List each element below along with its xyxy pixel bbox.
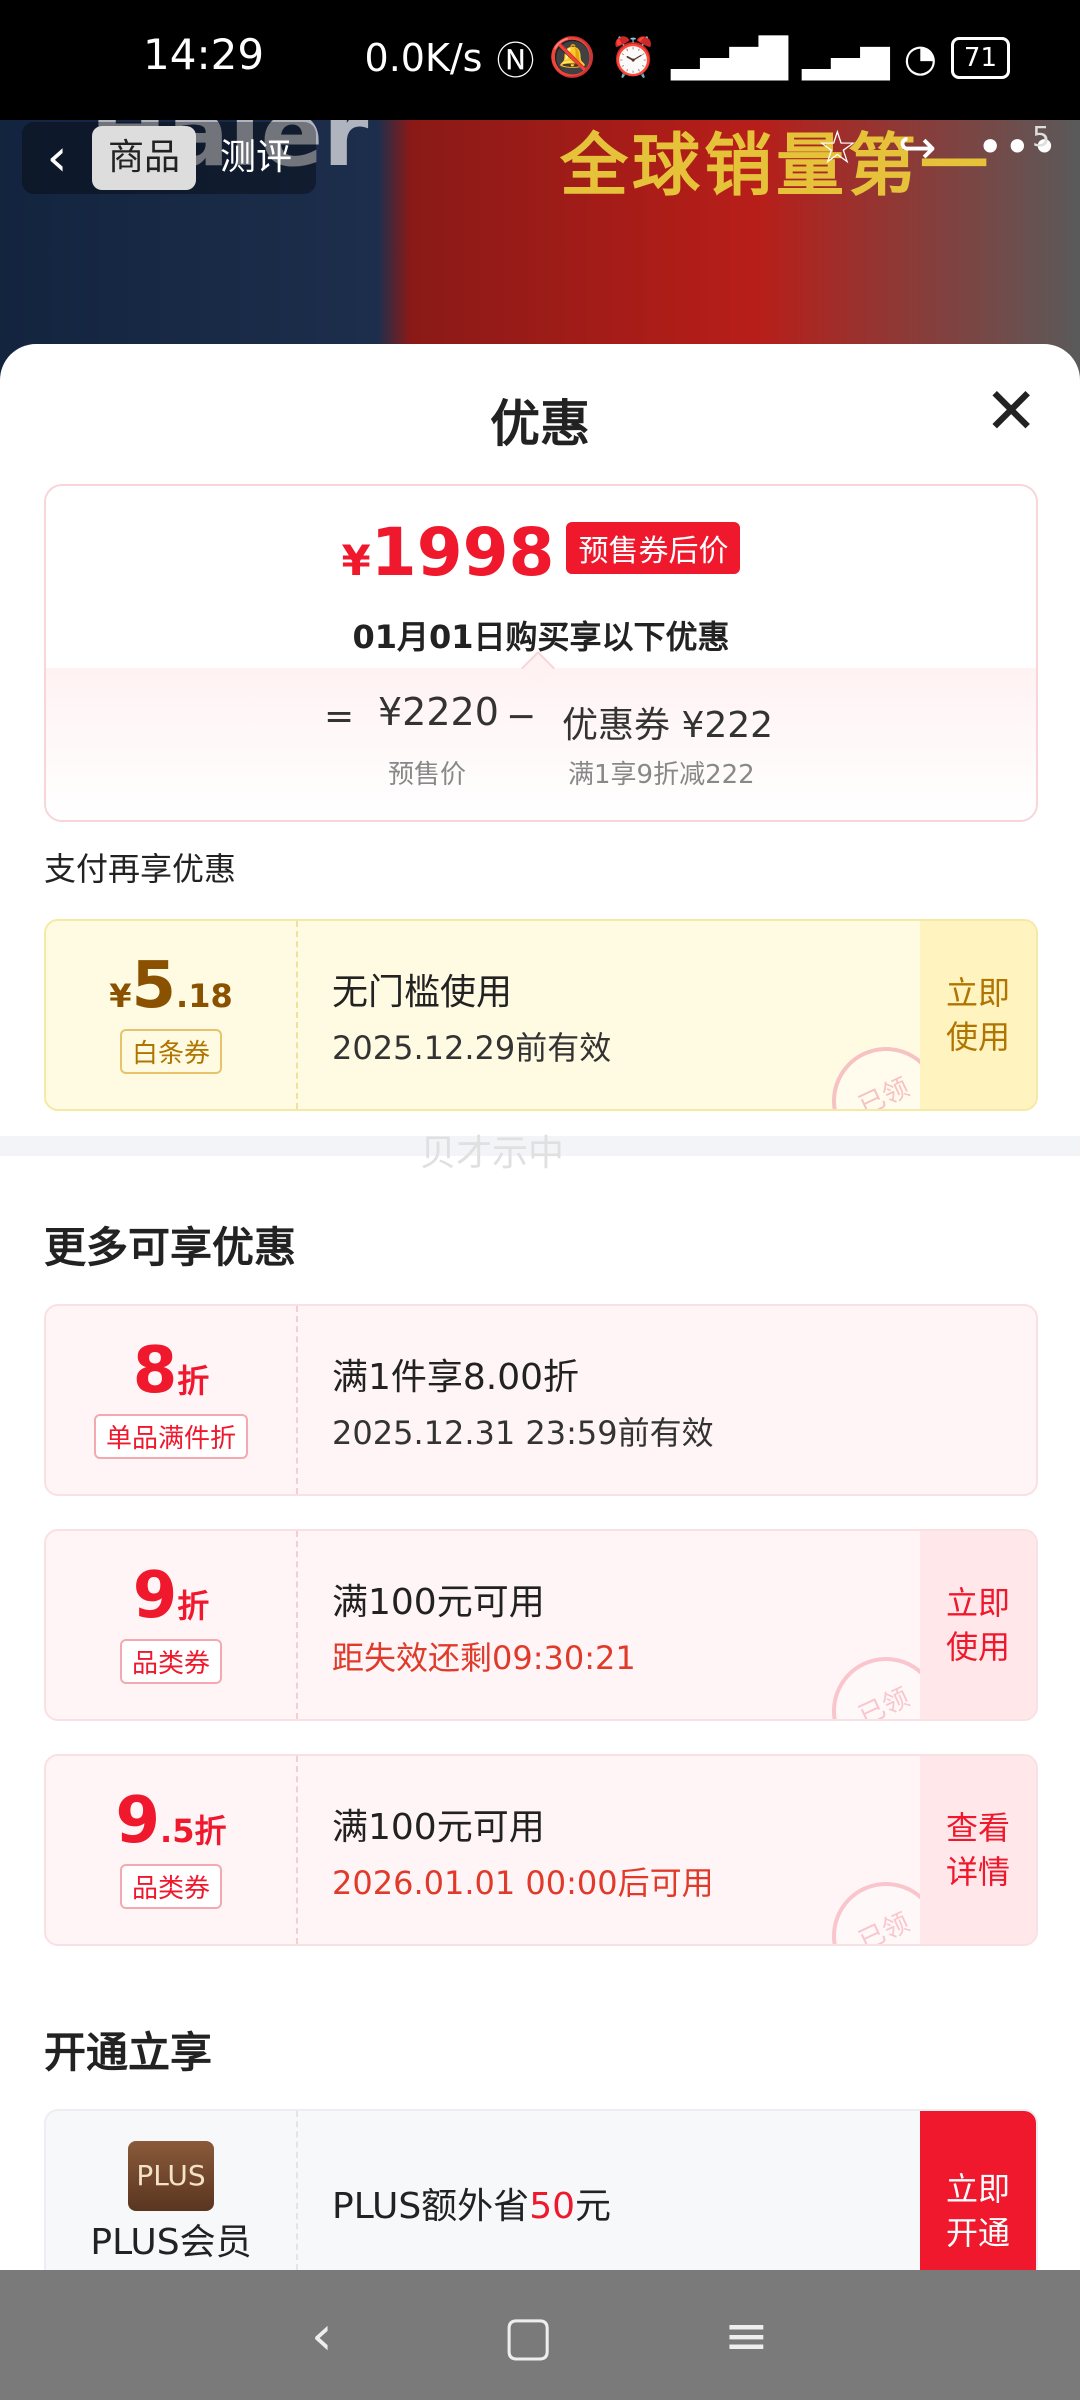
nav-home-icon[interactable]: ▢ [503, 2304, 554, 2367]
coupon-type: 单品满件折 [93, 1414, 248, 1459]
coupon-headline: 满100元可用 [332, 1582, 545, 1623]
coupon-headline: 满1件享8.00折 [332, 1357, 580, 1398]
top-actions: ☆ ↪ ••• [817, 120, 1058, 174]
coupon-type: 品类券 [119, 1639, 222, 1684]
wifi-icon: ◔ [903, 35, 937, 80]
plus-info: PLUS额外省50元 [332, 2177, 611, 2229]
mute-icon: 🔕 [548, 35, 596, 79]
single-item-discount-coupon[interactable]: 8折 单品满件折 满1件享8.00折 2025.12.31 23:59前有效 [44, 1304, 1038, 1496]
signal2-icon: ▂▄▆ [802, 35, 890, 80]
favorite-icon[interactable]: ☆ [817, 120, 858, 174]
pay-section-title: 支付再享优惠 [44, 850, 237, 888]
tab-review[interactable]: 测评 [204, 126, 308, 190]
price-tag: 预售券后价 [566, 522, 741, 574]
coupon-value-area: 9折 品类券 [46, 1531, 298, 1719]
use-now-button[interactable]: 立即 使用 [920, 1531, 1036, 1719]
battery-indicator: 71 [950, 36, 1010, 79]
message-count-badge: 5 [1032, 120, 1050, 153]
coupon-info: 满100元可用 距失效还剩09:30:21 [332, 1573, 636, 1679]
coupon-countdown: 距失效还剩09:30:21 [332, 1639, 636, 1677]
more-section-title: 更多可享优惠 [44, 1223, 297, 1272]
presale-price: ¥2220 [378, 690, 499, 734]
plus-name: PLUS会员 [90, 2222, 252, 2263]
coupon-rule: 满1享9折减222 [568, 760, 755, 790]
coupon-expiry: 2025.12.29前有效 [332, 1029, 612, 1067]
coupon-headline: 无门槛使用 [332, 972, 513, 1013]
plus-saving-text: PLUS额外省50元 [332, 2186, 612, 2227]
final-price: 1998 [370, 514, 555, 591]
network-speed: 0.0K/s [364, 35, 483, 80]
plus-membership-card[interactable]: PLUS PLUS会员 PLUS额外省50元 立即 开通 [44, 2109, 1038, 2270]
alarm-icon: ⏰ [609, 35, 658, 79]
baitiao-coupon[interactable]: ¥5.18 白条券 无门槛使用 2025.12.29前有效 已领 立即 使用 [44, 919, 1038, 1111]
status-icons: 0.0K/s Ⓝ 🔕 ⏰ ▂▄▆█ ▂▄▆ ◔ 71 [365, 30, 1010, 85]
coupon-info: 无门槛使用 2025.12.29前有效 [332, 963, 611, 1069]
discount-sheet: 优惠 ✕ ¥1998 预售券后价 01月01日购买享以下优惠 = ¥2220 预售… [0, 344, 1080, 2270]
watermark-text: 贝才示中 [420, 1133, 565, 1174]
coupon-headline: 满100元可用 [332, 1807, 545, 1848]
open-section-title: 开通立享 [44, 2028, 213, 2077]
signal-icon: ▂▄▆█ [671, 35, 789, 80]
tab-product[interactable]: 商品 [92, 126, 197, 190]
close-icon[interactable]: ✕ [984, 380, 1038, 444]
coupon-start-time: 2026.01.01 00:00后可用 [332, 1864, 714, 1902]
coupon-value-area: 8折 单品满件折 [46, 1306, 298, 1494]
open-plus-button[interactable]: 立即 开通 [920, 2111, 1036, 2270]
top-navigation: ‹ 商品 测评 [22, 122, 317, 194]
coupon-value: 8折 [132, 1334, 210, 1408]
price-breakdown-bg [46, 668, 1036, 820]
nav-back-icon[interactable]: ‹ [311, 2304, 333, 2367]
minus-sign: − [506, 696, 537, 737]
sheet-title: 优惠 [490, 395, 590, 453]
coupon-info: 满100元可用 2026.01.01 00:00后可用 [332, 1798, 714, 1904]
nav-menu-icon[interactable]: ≡ [724, 2304, 769, 2367]
equals-sign: = [324, 696, 355, 737]
view-details-button[interactable]: 查看 详情 [920, 1756, 1036, 1944]
price-summary-card: ¥1998 预售券后价 01月01日购买享以下优惠 = ¥2220 预售价 − 优… [44, 484, 1038, 822]
category-coupon-9[interactable]: 9折 品类券 满100元可用 距失效还剩09:30:21 已领 立即 使用 [44, 1529, 1038, 1721]
final-price-line: ¥1998 预售券后价 [46, 514, 1036, 591]
coupon-value: ¥5.18 [109, 949, 233, 1023]
back-icon[interactable]: ‹ [22, 128, 92, 188]
coupon-value: 9.5折 [115, 1784, 227, 1858]
price-subtitle: 01月01日购买享以下优惠 [352, 618, 730, 656]
use-now-button[interactable]: 立即 使用 [920, 921, 1036, 1109]
coupon-value-area: ¥5.18 白条券 [46, 921, 298, 1109]
coupon-info: 满1件享8.00折 2025.12.31 23:59前有效 [332, 1348, 714, 1454]
coupon-value-area: 9.5折 品类券 [46, 1756, 298, 1944]
coupon-expiry: 2025.12.31 23:59前有效 [332, 1414, 714, 1452]
status-bar: 14:29 0.0K/s Ⓝ 🔕 ⏰ ▂▄▆█ ▂▄▆ ◔ 71 [0, 0, 1080, 120]
status-time: 14:29 [143, 30, 265, 79]
coupon-type: 白条券 [119, 1029, 222, 1074]
currency-symbol: ¥ [341, 536, 371, 585]
system-nav-bar: ‹ ▢ ≡ [0, 2270, 1080, 2400]
share-icon[interactable]: ↪ [898, 120, 937, 174]
category-coupon-95[interactable]: 9.5折 品类券 满100元可用 2026.01.01 00:00后可用 已领 … [44, 1754, 1038, 1946]
presale-label: 预售价 [388, 760, 467, 790]
coupon-value: 9折 [132, 1559, 210, 1633]
coupon-discount: 优惠券 ¥222 [562, 705, 774, 746]
nfc-icon: Ⓝ [496, 39, 535, 83]
plus-logo-icon: PLUS [128, 2141, 214, 2211]
coupon-type: 品类券 [119, 1864, 222, 1909]
plus-logo-area: PLUS PLUS会员 [46, 2111, 298, 2270]
